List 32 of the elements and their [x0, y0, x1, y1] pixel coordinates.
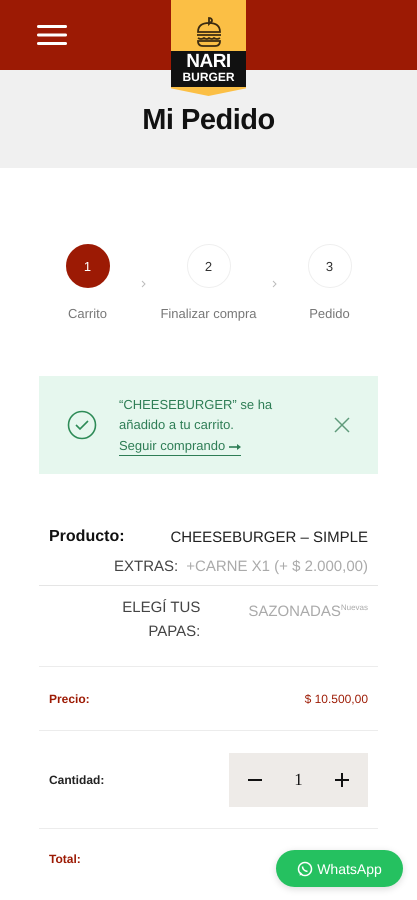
whatsapp-icon [297, 860, 314, 876]
option-value: SAZONADAS$^{Nuevas}$ [248, 602, 368, 622]
step-circle[interactable]: 1 [66, 244, 110, 288]
option-value: +CARNE X1 (+ $ 2.000,00) [186, 558, 368, 575]
logo-text: BURGER [182, 71, 234, 84]
chevron-icon [272, 280, 276, 288]
minus-icon [248, 778, 262, 780]
continue-shopping-link[interactable]: Seguir comprando [119, 438, 241, 456]
quantity-value[interactable]: 1 [294, 770, 303, 790]
step-label: Finalizar compra [160, 306, 257, 321]
total-label: Total: [49, 852, 81, 866]
arrow-icon [228, 444, 241, 450]
step-circle[interactable]: 2 [186, 244, 230, 288]
price-value: $ 10.500,00 [304, 692, 368, 706]
step-label: Pedido [309, 306, 350, 321]
step-label: Carrito [68, 306, 107, 321]
check-circle-icon [67, 410, 97, 440]
chevron-icon [140, 280, 146, 288]
price-label: Precio: [49, 692, 90, 706]
quantity-label: Cantidad: [49, 772, 104, 786]
menu-icon[interactable] [37, 24, 67, 46]
option-label: EXTRAS: [113, 558, 178, 575]
page-title: Mi Pedido [142, 104, 275, 137]
logo-text: NARI [186, 53, 231, 71]
option-label: ELEGÍ TUS PAPAS: [121, 598, 200, 642]
step-circle[interactable]: 3 [308, 244, 352, 288]
plus-icon [334, 772, 349, 786]
product-name: CHEESEBURGER – SIMPLE [170, 528, 368, 546]
close-icon[interactable] [334, 417, 350, 433]
logo[interactable]: NARI BURGER [171, 0, 246, 96]
notice-message: “CHEESEBURGER” se ha añadido a tu carrito. [119, 396, 274, 434]
product-label: Producto: [49, 528, 125, 546]
